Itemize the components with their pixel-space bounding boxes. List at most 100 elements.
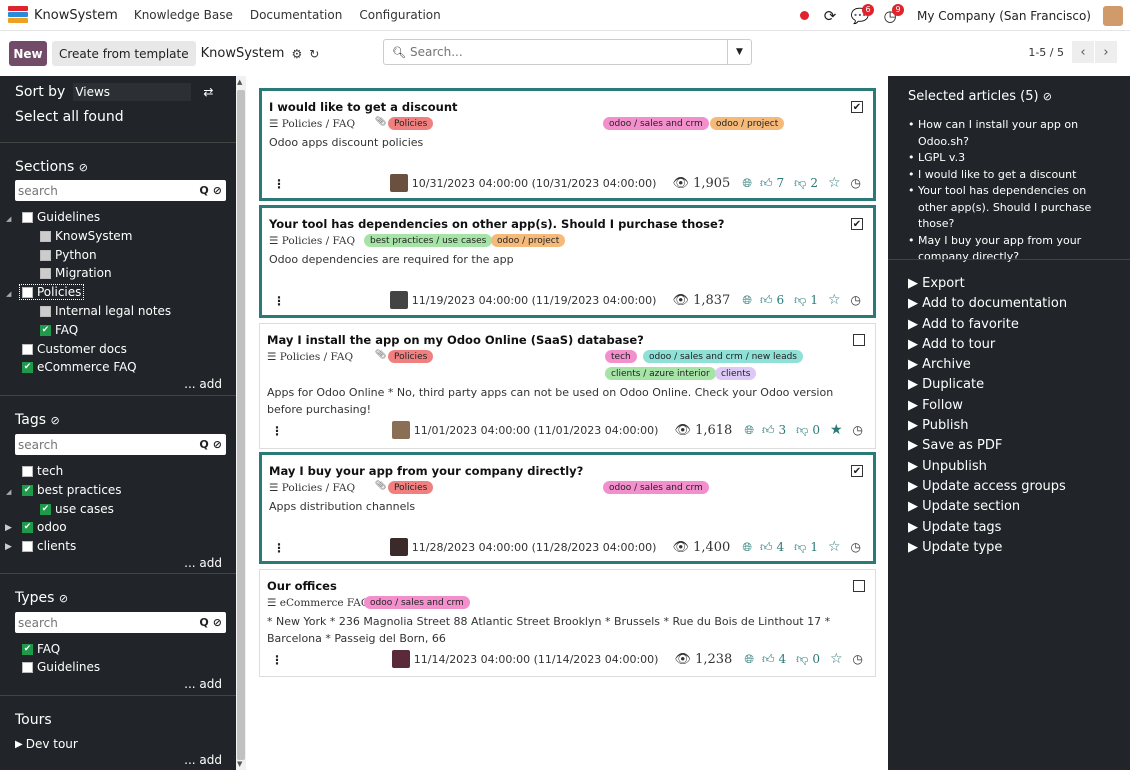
- selected-article[interactable]: LGPL v.3: [908, 150, 1118, 167]
- tag-tech[interactable]: tech: [22, 464, 63, 478]
- card-menu-icon[interactable]: ⋮: [271, 424, 283, 438]
- section-faq[interactable]: ✔ FAQ: [40, 323, 78, 337]
- section-ecommerce-faq[interactable]: ✔ eCommerce FAQ: [22, 360, 137, 374]
- thumbs-up-icon[interactable]: 👍︎: [760, 293, 773, 308]
- action-update-type[interactable]: ▶ Update type: [908, 538, 1067, 558]
- types-add-link[interactable]: ... add: [184, 677, 222, 691]
- card-menu-icon[interactable]: ⋮: [273, 294, 285, 308]
- card-menu-icon[interactable]: ⋮: [271, 653, 283, 667]
- section-policies[interactable]: Policies: [19, 284, 85, 300]
- thumbs-up-icon[interactable]: 👍︎: [762, 423, 775, 438]
- action-unpublish[interactable]: ▶ Unpublish: [908, 457, 1067, 477]
- action-follow[interactable]: ▶ Follow: [908, 396, 1067, 416]
- clear-types-icon[interactable]: ⊘: [59, 592, 68, 605]
- clock-icon[interactable]: ◷: [853, 652, 863, 666]
- tags-search-input[interactable]: [18, 437, 200, 452]
- checkbox[interactable]: [22, 540, 33, 552]
- bug-icon[interactable]: ⟳: [819, 5, 841, 27]
- action-export[interactable]: ▶ Export: [908, 274, 1067, 294]
- expand-icon[interactable]: ▶: [5, 542, 12, 552]
- star-filled-icon[interactable]: ★: [830, 422, 843, 438]
- clear-icon[interactable]: ⊘: [213, 616, 222, 629]
- tags-search[interactable]: Q⊘: [15, 434, 226, 455]
- section-internal-legal-notes[interactable]: Internal legal notes: [40, 304, 171, 318]
- article-checkbox[interactable]: [853, 580, 865, 592]
- search-icon[interactable]: Q: [199, 616, 208, 629]
- action-duplicate[interactable]: ▶ Duplicate: [908, 375, 1067, 395]
- sidebar-scrollbar[interactable]: ▲ ▼: [236, 76, 246, 770]
- section-knowsystem[interactable]: KnowSystem: [40, 229, 132, 243]
- checkbox-checked[interactable]: ✔: [22, 643, 33, 655]
- tag-odoo[interactable]: ✔ odoo: [22, 520, 67, 534]
- action-save-as-pdf[interactable]: ▶ Save as PDF: [908, 436, 1067, 456]
- type-guidelines[interactable]: Guidelines: [22, 660, 100, 674]
- refresh-icon[interactable]: ↻: [309, 47, 319, 61]
- clear-icon[interactable]: ⊘: [213, 438, 222, 451]
- gear-icon[interactable]: ⚙: [291, 47, 302, 61]
- types-search[interactable]: Q⊘: [15, 612, 226, 633]
- thumbs-down-icon[interactable]: 👎︎: [796, 652, 808, 667]
- checkbox[interactable]: [40, 249, 51, 261]
- article-title[interactable]: Our offices: [267, 579, 337, 593]
- search-icon[interactable]: Q: [199, 184, 208, 197]
- activity-clock-icon[interactable]: ◷ 9: [879, 3, 905, 27]
- article-checkbox-checked[interactable]: ✔: [851, 465, 863, 477]
- tag-use-cases[interactable]: ✔ use cases: [40, 502, 114, 516]
- clear-icon[interactable]: ⊘: [213, 184, 222, 197]
- search-bar[interactable]: 🔍︎ ▼: [383, 39, 752, 65]
- clock-icon[interactable]: ◷: [851, 176, 861, 190]
- company-switcher[interactable]: My Company (San Francisco): [917, 9, 1091, 23]
- sections-search-input[interactable]: [18, 183, 200, 198]
- tours-add-link[interactable]: ... add: [184, 753, 222, 767]
- action-add-to-favorite[interactable]: ▶ Add to favorite: [908, 315, 1067, 335]
- section-python[interactable]: Python: [40, 248, 97, 262]
- thumbs-up-icon[interactable]: 👍︎: [760, 176, 773, 191]
- checkbox[interactable]: [22, 465, 33, 477]
- scrollbar-thumb[interactable]: [237, 90, 245, 760]
- new-button[interactable]: New: [9, 41, 47, 66]
- sort-direction-icon[interactable]: ⇄: [203, 85, 213, 99]
- search-input[interactable]: [409, 45, 727, 59]
- tag-clients[interactable]: clients: [22, 539, 76, 553]
- sections-add-link[interactable]: ... add: [184, 377, 222, 391]
- checkbox[interactable]: [22, 211, 33, 223]
- clear-sections-icon[interactable]: ⊘: [79, 161, 88, 174]
- checkbox[interactable]: [40, 305, 51, 317]
- clear-selection-icon[interactable]: ⊘: [1043, 90, 1052, 103]
- pager-value[interactable]: 1-5 / 5: [1028, 46, 1064, 59]
- clock-icon[interactable]: ◷: [853, 423, 863, 437]
- action-update-tags[interactable]: ▶ Update tags: [908, 518, 1067, 538]
- checkbox-checked[interactable]: ✔: [22, 361, 33, 373]
- thumbs-down-icon[interactable]: 👎︎: [796, 423, 808, 438]
- pager-next-button[interactable]: ›: [1095, 41, 1117, 63]
- article-card[interactable]: Our offices ☰ eCommerce FAQ odoo / sales…: [259, 569, 876, 677]
- scroll-down-icon[interactable]: ▼: [237, 760, 242, 768]
- action-add-to-documentation[interactable]: ▶ Add to documentation: [908, 294, 1067, 314]
- clock-icon[interactable]: ◷: [851, 540, 861, 554]
- thumbs-up-icon[interactable]: 👍︎: [760, 540, 773, 555]
- thumbs-down-icon[interactable]: 👎︎: [794, 176, 806, 191]
- action-update-access-groups[interactable]: ▶ Update access groups: [908, 477, 1067, 497]
- selected-article[interactable]: Your tool has dependencies on other app(…: [908, 183, 1118, 233]
- search-icon[interactable]: Q: [199, 438, 208, 451]
- checkbox-checked[interactable]: ✔: [40, 324, 51, 336]
- selected-article[interactable]: How can I install your app on Odoo.sh?: [908, 117, 1118, 150]
- article-card[interactable]: May I buy your app from your company dir…: [259, 452, 876, 564]
- checkbox-checked[interactable]: ✔: [22, 521, 33, 533]
- pager-prev-button[interactable]: ‹: [1072, 41, 1094, 63]
- tour-dev-tour[interactable]: ▶ Dev tour: [15, 737, 78, 751]
- article-checkbox[interactable]: [853, 334, 865, 346]
- tags-add-link[interactable]: ... add: [184, 556, 222, 570]
- checkbox[interactable]: [40, 267, 51, 279]
- article-card[interactable]: I would like to get a discount ✔ ☰ Polic…: [259, 88, 876, 201]
- nav-documentation[interactable]: Documentation: [250, 8, 343, 22]
- scroll-up-icon[interactable]: ▲: [237, 78, 242, 86]
- article-title[interactable]: I would like to get a discount: [269, 100, 458, 114]
- thumbs-down-icon[interactable]: 👎︎: [794, 293, 806, 308]
- article-title[interactable]: Your tool has dependencies on other app(…: [269, 217, 724, 231]
- star-icon[interactable]: ☆: [828, 539, 841, 555]
- checkbox[interactable]: [22, 286, 33, 298]
- action-archive[interactable]: ▶ Archive: [908, 355, 1067, 375]
- nav-configuration[interactable]: Configuration: [359, 8, 440, 22]
- article-checkbox-checked[interactable]: ✔: [851, 218, 863, 230]
